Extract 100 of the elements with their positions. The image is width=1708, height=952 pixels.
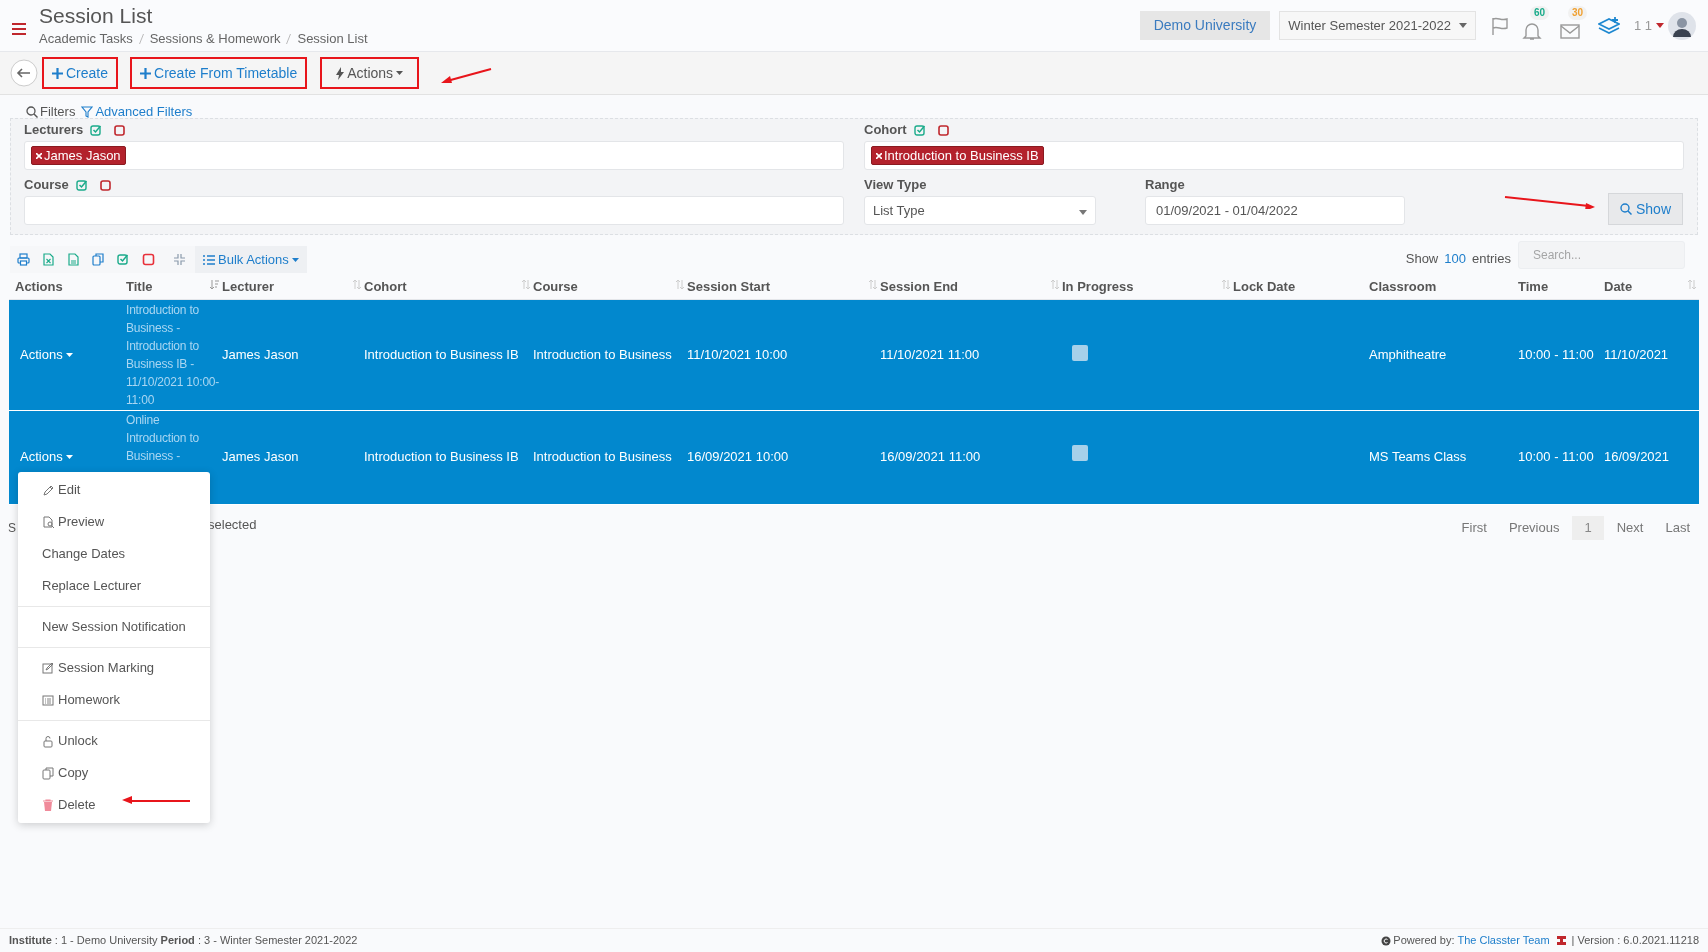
clear-all-icon[interactable] bbox=[937, 124, 949, 136]
copy-icon[interactable] bbox=[92, 253, 105, 266]
sort-icon[interactable] bbox=[522, 280, 530, 289]
table-cell-text: 11/10/2021 10:00 bbox=[687, 346, 789, 365]
institution-button[interactable]: Demo University bbox=[1139, 11, 1271, 40]
clear-all-icon[interactable] bbox=[142, 253, 155, 266]
menu-item[interactable]: Unlock bbox=[18, 725, 210, 757]
column-header[interactable]: Title bbox=[126, 276, 153, 297]
column-header[interactable]: Actions bbox=[15, 276, 63, 297]
view-type-select[interactable]: List Type bbox=[864, 196, 1096, 225]
table-info-text: selected bbox=[208, 516, 257, 535]
checkbox[interactable] bbox=[1072, 345, 1088, 361]
menu-icon[interactable] bbox=[12, 22, 26, 35]
check-all-icon[interactable] bbox=[90, 124, 103, 136]
column-header[interactable]: Lock Date bbox=[1233, 276, 1296, 297]
pagination-button[interactable]: First bbox=[1452, 516, 1496, 540]
selected-tag[interactable]: James Jason bbox=[31, 146, 126, 165]
menu-item[interactable]: New Session Notification bbox=[18, 611, 210, 643]
team-link[interactable]: The Classter Team bbox=[1457, 932, 1550, 949]
breadcrumb-link[interactable]: Academic Tasks bbox=[39, 28, 133, 49]
compress-icon[interactable] bbox=[173, 253, 186, 266]
csv-file-icon[interactable] bbox=[67, 253, 80, 266]
clear-all-icon[interactable] bbox=[99, 179, 111, 191]
breadcrumb-link[interactable]: Sessions & Homework bbox=[149, 28, 281, 49]
table-cell-text: 11/10/2021 bbox=[1604, 346, 1670, 365]
column-header[interactable]: Course bbox=[533, 276, 578, 297]
sort-icon[interactable] bbox=[1222, 280, 1230, 289]
spreadsheet-file-icon[interactable] bbox=[42, 253, 55, 266]
checkbox[interactable] bbox=[1072, 444, 1088, 461]
create-button[interactable]: Create From Timetable bbox=[130, 57, 308, 89]
page-size-select[interactable]: 100 bbox=[1444, 249, 1466, 269]
row-actions-button[interactable]: Actions bbox=[20, 446, 73, 467]
table-row[interactable] bbox=[9, 300, 1699, 411]
pagination-button[interactable]: Previous bbox=[1499, 516, 1569, 540]
multi-select-field[interactable]: James Jason bbox=[24, 141, 844, 170]
print-icon[interactable] bbox=[17, 253, 30, 266]
date-range-field[interactable]: 01/09/2021 - 01/04/2022 bbox=[1145, 196, 1405, 225]
caret-icon bbox=[1656, 23, 1664, 28]
check-all-icon[interactable] bbox=[75, 179, 88, 191]
menu-item[interactable]: Edit bbox=[18, 474, 210, 506]
table-cell-text: Introduction to Business IB bbox=[364, 447, 520, 466]
column-header[interactable]: Cohort bbox=[364, 276, 407, 297]
menu-item[interactable]: Session Marking bbox=[18, 652, 210, 684]
pagination-button[interactable]: Last bbox=[1656, 516, 1699, 540]
column-header[interactable]: In Progress bbox=[1062, 276, 1134, 297]
menu-item[interactable]: Copy bbox=[18, 757, 210, 789]
pagination-button[interactable]: Next bbox=[1607, 516, 1653, 540]
layers-plus-icon[interactable] bbox=[1597, 15, 1620, 36]
edit-square-icon bbox=[42, 661, 54, 675]
table-cell-text: 16/09/2021 11:00 bbox=[880, 447, 982, 466]
field-label: Cohort bbox=[864, 121, 907, 140]
footer-info: Institute : 1 - Demo University Period : 3 - Winter Semester 2021-2022 bbox=[9, 933, 358, 949]
sort-icon[interactable] bbox=[1688, 280, 1696, 289]
sort-icon[interactable] bbox=[869, 280, 877, 289]
bulk-actions-button[interactable]: Bulk Actions bbox=[195, 246, 307, 273]
plus-icon bbox=[140, 67, 152, 79]
sort-icon[interactable] bbox=[676, 280, 684, 289]
trash-icon bbox=[42, 798, 54, 812]
list-icon bbox=[203, 254, 215, 265]
actions-dropdown-button[interactable]: Actions bbox=[320, 57, 420, 89]
check-all-icon[interactable] bbox=[117, 253, 130, 266]
row-actions-button[interactable]: Actions bbox=[20, 345, 73, 365]
create-button[interactable]: Create bbox=[42, 57, 119, 89]
entries-label: entries bbox=[1471, 250, 1511, 269]
column-header[interactable]: Session End bbox=[880, 276, 959, 297]
table-cell-text: 16/09/2021 bbox=[1604, 447, 1671, 466]
table-cell-text: Amphitheatre bbox=[1369, 346, 1448, 365]
column-header[interactable]: Date bbox=[1604, 276, 1633, 297]
clear-all-icon[interactable] bbox=[114, 124, 126, 136]
sort-icon[interactable] bbox=[353, 280, 361, 289]
menu-item[interactable]: Homework bbox=[18, 684, 210, 716]
column-header[interactable]: Lecturer bbox=[222, 276, 275, 297]
multi-select-field[interactable]: Introduction to Business IB bbox=[864, 141, 1684, 170]
menu-item[interactable]: Delete bbox=[18, 789, 210, 821]
menu-item[interactable]: Preview bbox=[18, 506, 210, 538]
menu-item[interactable]: Change Dates bbox=[18, 538, 210, 570]
period-select[interactable]: Winter Semester 2021-2022 bbox=[1279, 11, 1476, 40]
menu-item[interactable]: Replace Lecturer bbox=[18, 570, 210, 602]
table-cell-text: Introduction to Business IB bbox=[364, 346, 520, 365]
column-header[interactable]: Classroom bbox=[1369, 276, 1437, 297]
column-header[interactable]: Time bbox=[1518, 276, 1549, 297]
field-label: Lecturers bbox=[24, 121, 84, 140]
funnel-icon bbox=[81, 106, 94, 118]
column-header[interactable]: Session Start bbox=[687, 276, 771, 297]
show-button[interactable]: Show bbox=[1607, 193, 1683, 225]
table-cell-text: 10:00 - 11:00 bbox=[1518, 346, 1595, 365]
pencil-icon bbox=[42, 483, 54, 497]
check-all-icon[interactable] bbox=[913, 124, 926, 136]
sort-icon[interactable] bbox=[1051, 280, 1059, 289]
selected-tag[interactable]: Introduction to Business IB bbox=[871, 146, 1044, 165]
search-field[interactable]: Search... bbox=[1518, 241, 1685, 269]
caret-icon bbox=[1079, 210, 1087, 215]
multi-select-field[interactable] bbox=[24, 196, 844, 225]
avatar-icon[interactable] bbox=[1668, 11, 1696, 40]
table-cell-text: James Jason bbox=[222, 346, 300, 365]
advanced-filters-link[interactable]: Advanced Filters bbox=[81, 102, 193, 122]
sort-ascending-icon[interactable] bbox=[210, 279, 219, 290]
back-button[interactable] bbox=[10, 59, 38, 87]
filters-tab[interactable]: Filters bbox=[26, 102, 76, 122]
flag-icon[interactable] bbox=[1489, 15, 1510, 36]
